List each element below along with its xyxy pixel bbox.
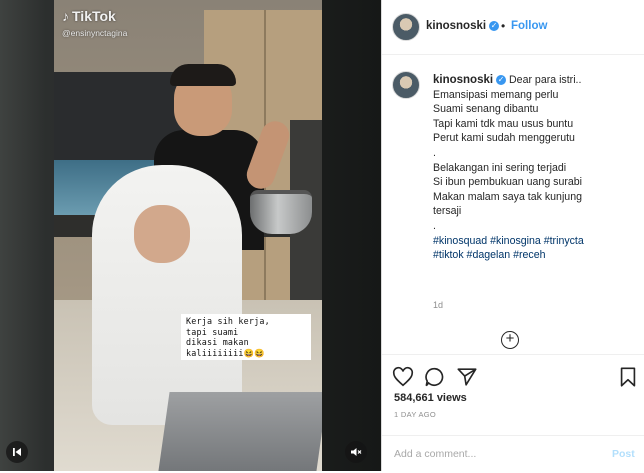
follow-button[interactable]: Follow <box>511 20 547 32</box>
hashtag-line[interactable]: #kinosquad #kinosgina #trinycta <box>433 234 638 249</box>
header-username[interactable]: kinosnoski ✓ <box>426 20 500 32</box>
comment-bar: Add a comment... Post <box>382 435 644 473</box>
share-icon[interactable] <box>456 366 478 388</box>
verified-badge-icon: ✓ <box>489 20 500 31</box>
video-frame-woman-face <box>134 205 190 263</box>
bookmark-icon[interactable] <box>617 366 639 388</box>
video-frame-laptop <box>158 392 322 471</box>
caption-line: Perut kami sudah menggerutu <box>433 132 575 145</box>
post-actions: 584,661 views 1 DAY AGO Add a comment...… <box>382 354 644 465</box>
video-frame-woman <box>92 165 242 425</box>
hashtag-line[interactable]: #tiktok #dagelan #receh <box>433 248 638 263</box>
caption-line: Makan malam saya tak kunjung <box>433 190 582 203</box>
caption-line: . <box>433 146 436 159</box>
caption-line: . <box>433 219 436 232</box>
caption-line: Belakangan ini sering terjadi <box>433 161 567 174</box>
mute-button[interactable] <box>345 441 367 463</box>
caption-line-text: Dear para istri.. <box>509 74 582 86</box>
comment-icon[interactable] <box>424 366 446 388</box>
caption-line: Emansipasi memang perlu <box>433 88 559 101</box>
post-comment-button[interactable]: Post <box>612 448 635 460</box>
post-header: kinosnoski ✓ • Follow <box>382 0 644 55</box>
heart-icon[interactable] <box>392 366 414 388</box>
video-player[interactable]: ♪ TikTok @ensinynctagina Kerja sih kerja,… <box>54 0 322 471</box>
video-frame-man-hair <box>170 64 236 86</box>
avatar[interactable] <box>392 13 420 41</box>
skip-back-icon <box>13 448 21 456</box>
caption-line: Suami senang dibantu <box>433 103 539 116</box>
caption-username[interactable]: kinosnoski <box>433 74 493 86</box>
overlay-caption-line: Kerja sih kerja, <box>186 316 270 326</box>
post-side-panel: kinosnoski ✓ • Follow kinosnoski ✓ Dear pa… <box>381 0 644 471</box>
caption-line: Si ibun pembukuan uang surabi <box>433 176 583 189</box>
tiktok-handle: @ensinynctagina <box>62 28 128 38</box>
username-text[interactable]: kinosnoski <box>426 20 486 32</box>
verified-badge-icon: ✓ <box>496 75 507 86</box>
caption-line: tersaji <box>433 205 462 218</box>
overlay-caption-line: kaliiiiiiii😆😆 <box>186 347 265 358</box>
overlay-caption-line: dikasi makan <box>186 337 249 347</box>
avatar[interactable] <box>392 71 420 99</box>
plus-circle-icon: + <box>505 330 515 347</box>
caption-line: Tapi kami tdk mau usus buntu <box>433 117 574 130</box>
post-date: 1 DAY AGO <box>394 410 437 419</box>
mute-icon <box>351 448 362 456</box>
caption-age: 1d <box>433 300 444 310</box>
video-overlay-caption: Kerja sih kerja, tapi suami dikasi makan… <box>181 314 311 360</box>
music-note-icon: ♪ <box>62 8 69 24</box>
separator-dot: • <box>501 19 506 33</box>
overlay-caption-line: tapi suami <box>186 326 239 337</box>
comment-input[interactable]: Add a comment... <box>394 448 476 460</box>
tiktok-brand-text: TikTok <box>72 8 116 24</box>
skip-back-button[interactable] <box>6 441 28 463</box>
caption-text: kinosnoski ✓ Dear para istri.. Emansipasi… <box>433 73 638 263</box>
load-more-comments-button[interactable]: + <box>501 331 519 349</box>
caption-line: kinosnoski ✓ Dear para istri.. <box>433 73 638 88</box>
tiktok-watermark: ♪ TikTok <box>62 8 116 24</box>
video-frame-pot <box>250 190 312 234</box>
instagram-post-page: ♪ TikTok @ensinynctagina Kerja sih kerja,… <box>0 0 644 471</box>
view-count[interactable]: 584,661 views <box>394 392 467 404</box>
